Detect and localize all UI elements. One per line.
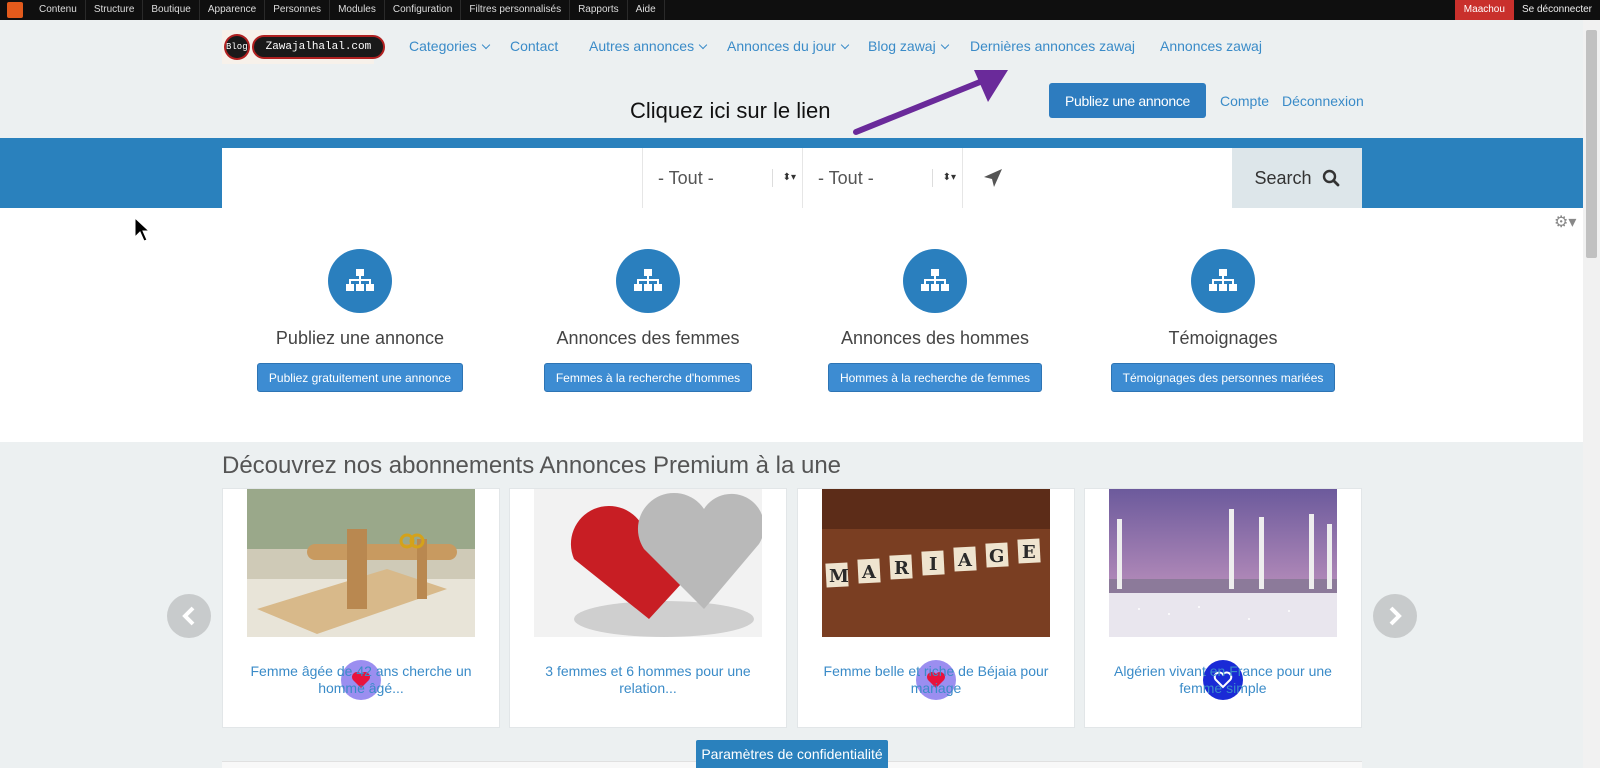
type-select[interactable]: - Tout - ⬍▾: [802, 148, 962, 208]
feature-title: Publiez une annonce: [275, 328, 445, 348]
premium-card[interactable]: Algérien vivant en France pour une femme…: [1084, 488, 1362, 728]
sitemap-icon: [903, 249, 967, 313]
logout-link[interactable]: Déconnexion: [1282, 93, 1364, 109]
admin-menu-configuration[interactable]: Configuration: [385, 0, 462, 20]
select-arrows-icon: ⬍▾: [771, 169, 796, 187]
logo-name: Zawajalhalal.com: [251, 35, 386, 59]
feature-title: Annonces des hommes: [840, 328, 1030, 348]
nav-blog-zawaj-label: Blog zawaj: [868, 38, 936, 54]
card-image-hearts[interactable]: [534, 489, 762, 637]
feature-men: Annonces des hommes Hommes à la recherch…: [785, 249, 1085, 392]
home-icon[interactable]: [7, 2, 23, 18]
feature-title: Témoignages: [1168, 328, 1278, 348]
search-keyword-input[interactable]: [222, 148, 642, 208]
nav-annonces-du-jour[interactable]: Annonces du jour: [727, 36, 850, 56]
card-image-wooden-plane[interactable]: [247, 489, 475, 637]
search-band: - Tout - ⬍▾ - Tout - ⬍▾ Search: [0, 138, 1583, 208]
account-link[interactable]: Compte: [1220, 93, 1269, 109]
chevron-down-icon: [940, 40, 949, 50]
mouse-cursor-icon: [134, 217, 150, 242]
annotation-text: Cliquez ici sur le lien: [630, 98, 831, 123]
privacy-settings-button[interactable]: Paramètres de confidentialité: [696, 740, 888, 768]
admin-logout-link[interactable]: Se déconnecter: [1514, 0, 1600, 20]
card-title-link[interactable]: Femme âgée de 42 ans cherche un homme âg…: [247, 663, 475, 697]
scrollbar-thumb[interactable]: [1586, 30, 1597, 258]
admin-menu-rapports[interactable]: Rapports: [570, 0, 628, 20]
men-ads-button[interactable]: Hommes à la recherche de femmes: [827, 363, 1043, 392]
card-image-mariage-tiles[interactable]: MAR IAGE: [822, 489, 1050, 637]
sitemap-icon: [1191, 249, 1255, 313]
admin-menu-aide[interactable]: Aide: [628, 0, 665, 20]
svg-text:A: A: [861, 562, 877, 583]
category-select-value: - Tout -: [658, 168, 714, 188]
site-header: Blog Zawajalhalal.com Categories Contact…: [0, 20, 1583, 138]
category-select[interactable]: - Tout - ⬍▾: [642, 148, 802, 208]
card-title-link[interactable]: Algérien vivant en France pour une femme…: [1109, 663, 1337, 697]
card-title-link[interactable]: Femme belle et riche de Béjaia pour mari…: [822, 663, 1050, 697]
nav-contact[interactable]: Contact: [510, 36, 558, 56]
select-arrows-icon: ⬍▾: [931, 169, 956, 187]
chevron-down-icon: [698, 40, 708, 50]
nav-categories-label: Categories: [409, 38, 477, 54]
premium-section: Découvrez nos abonnements Annonces Premi…: [0, 442, 1583, 768]
nav-autres-annonces-label: Autres annonces: [589, 38, 695, 54]
admin-toolbar: Contenu Structure Boutique Apparence Per…: [0, 0, 1600, 20]
type-select-value: - Tout -: [818, 168, 874, 188]
carousel-prev-button[interactable]: [167, 594, 211, 638]
card-title-link[interactable]: 3 femmes et 6 hommes pour une relation..…: [534, 663, 762, 697]
sitemap-icon: [616, 249, 680, 313]
svg-text:M: M: [829, 566, 849, 587]
feature-women: Annonces des femmes Femmes à la recherch…: [498, 249, 798, 392]
feature-publish: Publiez une annonce Publiez gratuitement…: [210, 249, 510, 392]
nav-categories[interactable]: Categories: [409, 36, 490, 56]
premium-card[interactable]: Femme âgée de 42 ans cherche un homme âg…: [222, 488, 500, 728]
admin-menu-apparence[interactable]: Apparence: [200, 0, 266, 20]
site-logo[interactable]: Blog Zawajalhalal.com: [222, 30, 386, 64]
premium-card[interactable]: 3 femmes et 6 hommes pour une relation..…: [509, 488, 787, 728]
nav-annonces-zawaj[interactable]: Annonces zawaj: [1160, 36, 1262, 56]
premium-card[interactable]: MAR IAGE Femme belle et riche de Béjaia …: [797, 488, 1075, 728]
feature-testimonials: Témoignages Témoignages des personnes ma…: [1073, 249, 1373, 392]
admin-menu-filtres[interactable]: Filtres personnalisés: [461, 0, 571, 20]
annotation-arrow-icon: [853, 70, 1008, 135]
page-scrollbar[interactable]: [1583, 20, 1600, 768]
admin-menu-structure[interactable]: Structure: [86, 0, 144, 20]
search-button[interactable]: Search: [1232, 148, 1362, 208]
carousel-next-button[interactable]: [1373, 594, 1417, 638]
search-button-label: Search: [1254, 167, 1312, 188]
svg-text:I: I: [929, 554, 937, 575]
premium-title: Découvrez nos abonnements Annonces Premi…: [222, 452, 842, 479]
admin-menu-personnes[interactable]: Personnes: [265, 0, 331, 20]
nav-blog-zawaj[interactable]: Blog zawaj: [868, 36, 949, 56]
chevron-left-icon: [182, 606, 195, 626]
chevron-right-icon: [1389, 606, 1402, 626]
admin-menu-contenu[interactable]: Contenu: [31, 0, 86, 20]
search-icon: [1322, 169, 1339, 187]
nav-dernieres-annonces[interactable]: Dernières annonces zawaj: [970, 36, 1135, 56]
admin-menu-modules[interactable]: Modules: [330, 0, 385, 20]
card-image-mosque[interactable]: [1109, 489, 1337, 637]
admin-menu-boutique[interactable]: Boutique: [143, 0, 200, 20]
chevron-down-icon: [840, 40, 850, 50]
sitemap-icon: [328, 249, 392, 313]
women-ads-button[interactable]: Femmes à la recherche d'hommes: [543, 363, 753, 392]
location-input[interactable]: [962, 148, 1232, 208]
nav-autres-annonces[interactable]: Autres annonces: [589, 36, 708, 56]
svg-text:A: A: [957, 550, 973, 571]
svg-text:E: E: [1022, 542, 1036, 563]
admin-user-link[interactable]: Maachou: [1454, 0, 1514, 20]
testimonials-button[interactable]: Témoignages des personnes mariées: [1110, 363, 1336, 392]
nav-annonces-du-jour-label: Annonces du jour: [727, 38, 836, 54]
location-arrow-icon: [984, 169, 1002, 187]
chevron-down-icon: [481, 40, 490, 50]
publish-ad-button[interactable]: Publiez une annonce: [1049, 83, 1206, 118]
feature-title: Annonces des femmes: [556, 328, 740, 348]
gear-icon[interactable]: ⚙▾: [1554, 212, 1576, 232]
svg-text:R: R: [894, 558, 910, 579]
svg-text:G: G: [989, 546, 1004, 567]
publish-free-button[interactable]: Publiez gratuitement une annonce: [256, 363, 464, 392]
logo-blog-badge: Blog: [224, 34, 250, 60]
